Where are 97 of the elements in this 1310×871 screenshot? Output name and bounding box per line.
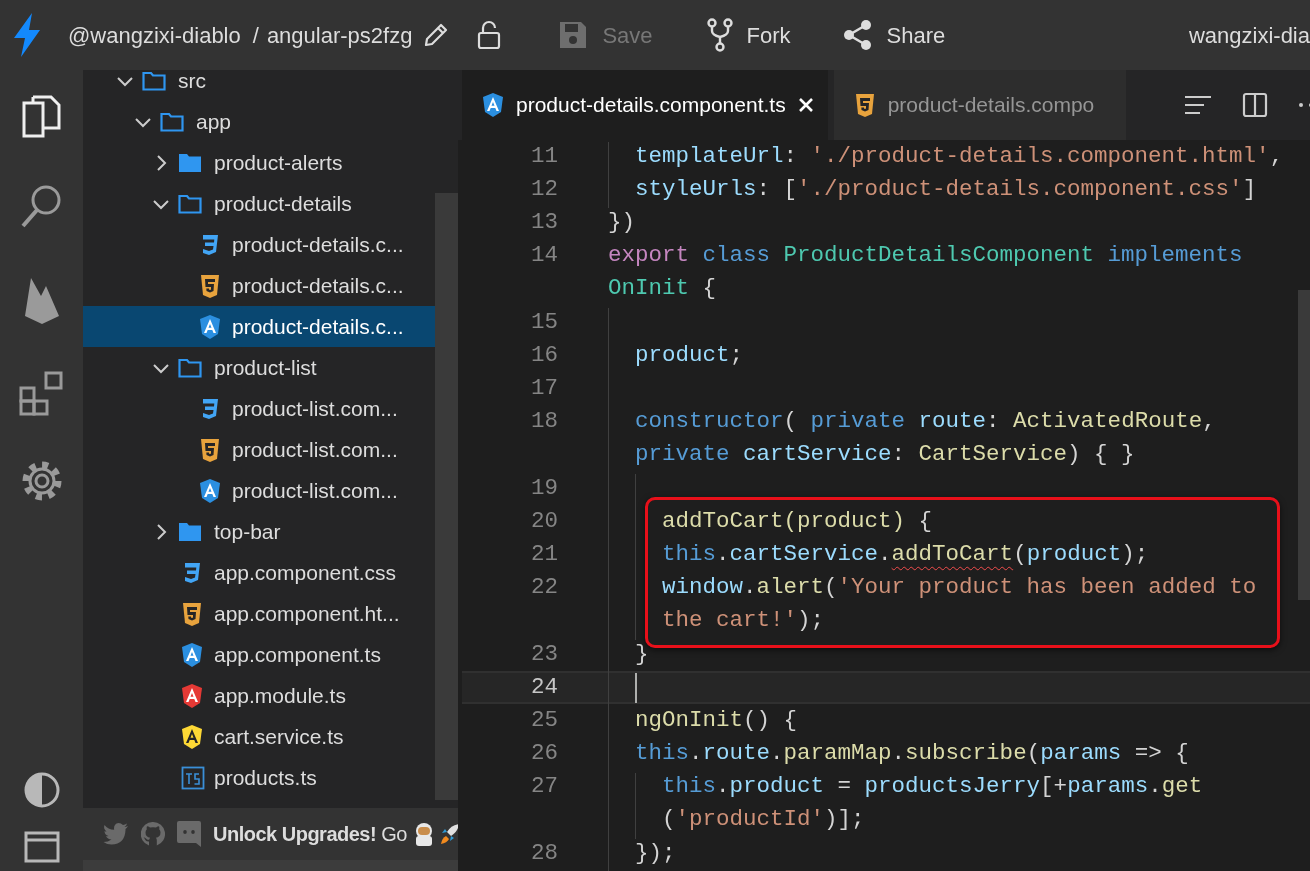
code-line: } — [634, 639, 649, 669]
code-line: templateUrl: './product-details.component.html', — [634, 141, 1284, 171]
code-line: styleUrls: ['./product-details.component.css'] — [634, 174, 1257, 204]
html-file-icon — [199, 272, 221, 299]
editor-tab[interactable]: product-details.component.ts — [462, 70, 828, 140]
contrast-icon[interactable] — [22, 771, 61, 809]
line-number: 13 — [531, 209, 558, 236]
tree-item[interactable]: cart.service.ts — [83, 716, 435, 757]
tree-item[interactable]: app.module.ts — [83, 675, 435, 716]
code-line: export class ProductDetailsComponent implements — [608, 241, 1243, 271]
folder-icon — [160, 111, 184, 132]
code-line: }) — [608, 208, 635, 238]
line-number: 11 — [531, 142, 558, 169]
tree-item[interactable]: top-bar — [83, 511, 435, 552]
code-line: OnInit { — [608, 274, 717, 304]
line-number: 22 — [531, 574, 558, 601]
user-name[interactable]: @wangzixi-diablo — [68, 18, 241, 52]
html-file-icon — [853, 92, 876, 118]
line-number: 15 — [531, 308, 558, 335]
tree-item[interactable]: app.component.ts — [83, 634, 435, 675]
line-number: 12 — [531, 175, 558, 202]
angular-file-icon — [181, 641, 203, 668]
line-number: 19 — [531, 474, 558, 501]
split-editor-icon[interactable] — [1242, 92, 1268, 118]
tree-item[interactable]: app.component.ht... — [83, 593, 435, 634]
code-line: ngOnInit() { — [634, 705, 798, 735]
folder-icon — [142, 70, 166, 91]
folder-icon — [178, 521, 202, 542]
code-line: ('productId')]; — [661, 805, 865, 835]
angular-file-icon — [181, 682, 203, 709]
files-icon[interactable] — [20, 94, 63, 140]
tree-item[interactable]: product-details — [83, 183, 435, 224]
line-number: 16 — [531, 341, 558, 368]
path-separator: / — [252, 21, 259, 50]
line-number: 25 — [531, 706, 558, 733]
angular-file-icon — [181, 723, 203, 750]
html-file-icon — [181, 600, 203, 627]
line-number: 23 — [531, 640, 558, 667]
split-icon — [1242, 92, 1268, 118]
line-number: 18 — [531, 408, 558, 435]
code-line: constructor( private route: ActivatedRoute, — [634, 407, 1216, 437]
tree-item[interactable]: product-alerts — [83, 142, 435, 183]
angular-file-icon — [199, 477, 221, 504]
code-line: }); — [634, 838, 676, 868]
code-line: private cartService: CartService) { } — [634, 440, 1135, 470]
angular-file-icon — [482, 92, 504, 118]
tree-item[interactable]: product-list — [83, 347, 435, 388]
line-number: 14 — [531, 242, 558, 269]
bolt-icon — [12, 13, 42, 57]
folder-icon — [178, 357, 202, 378]
more-dots-icon — [1298, 102, 1310, 108]
scrollbar-thumb[interactable] — [1298, 290, 1310, 600]
account-name[interactable]: wangzixi-dia — [1168, 18, 1310, 52]
line-number: 17 — [531, 375, 558, 402]
line-number: 20 — [531, 507, 558, 534]
tree-item[interactable]: products.ts — [83, 757, 435, 798]
code-line: product; — [634, 340, 744, 370]
tree-item[interactable]: product-list.com... — [83, 429, 435, 470]
layout-icon[interactable] — [23, 831, 60, 863]
line-number: 28 — [531, 839, 558, 866]
tree-item[interactable]: app.component.css — [83, 552, 435, 593]
line-number: 27 — [531, 773, 558, 800]
project-name[interactable]: angular-ps2fzg — [266, 18, 413, 52]
code-line: the cart!'); — [661, 606, 825, 636]
text-cursor — [635, 672, 637, 703]
tree-item[interactable]: product-details.c... — [83, 306, 435, 347]
folder-icon — [178, 152, 202, 173]
close-icon[interactable] — [797, 97, 814, 113]
tree-item[interactable]: product-list.com... — [83, 388, 435, 429]
fork-icon — [706, 18, 733, 52]
tree-item[interactable]: product-details.c... — [83, 265, 435, 306]
editor-tab[interactable]: product-details.compo — [833, 70, 1126, 140]
code-line: this.cartService.addToCart(product); — [661, 539, 1149, 569]
line-number: 24 — [531, 673, 558, 700]
folder-icon — [178, 193, 202, 214]
fork-button[interactable]: Fork — [706, 18, 791, 52]
code-line: window.alert('Your product has been added to — [661, 573, 1257, 603]
scrollbar-thumb[interactable] — [435, 193, 458, 800]
tree-item[interactable]: product-details.c... — [83, 224, 435, 265]
line-number: 21 — [531, 540, 558, 567]
rocket-icon — [438, 822, 458, 846]
share-button[interactable]: Share — [842, 18, 946, 52]
tree-item[interactable]: product-list.com... — [83, 470, 435, 511]
share-icon — [842, 20, 873, 50]
tree-item[interactable]: src — [83, 70, 435, 101]
extensions-icon[interactable] — [18, 370, 65, 416]
lock-icon[interactable] — [476, 20, 503, 50]
code-line: this.product = productsJerry[+params.get — [661, 772, 1203, 802]
more-icon[interactable] — [1298, 102, 1310, 108]
html-file-icon — [199, 436, 221, 463]
code-line: addToCart(product) { — [661, 506, 933, 536]
tree-item[interactable]: app — [83, 101, 435, 142]
code-line: this.route.paramMap.subscribe(params => { — [634, 739, 1189, 769]
line-number: 26 — [531, 740, 558, 767]
typescript-file-icon — [181, 764, 205, 791]
save-icon — [558, 20, 589, 50]
angular-file-icon — [199, 313, 221, 340]
